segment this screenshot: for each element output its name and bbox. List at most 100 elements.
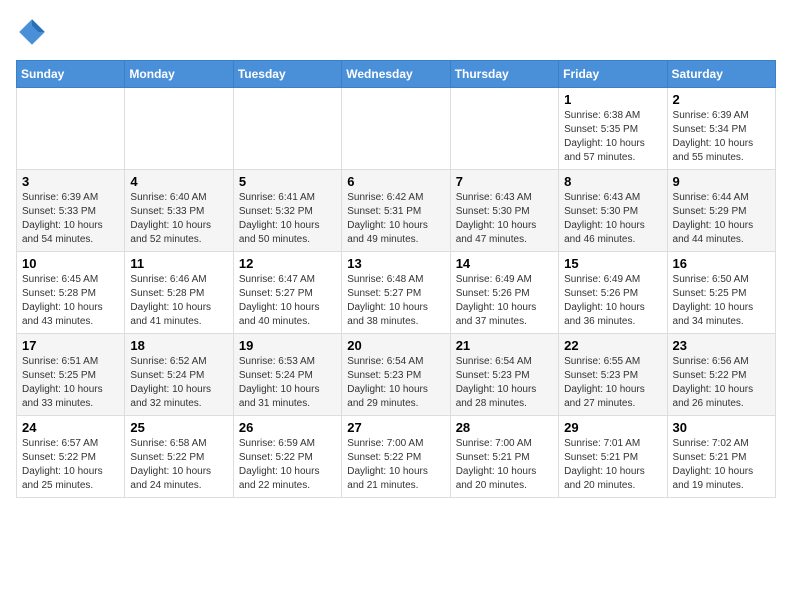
calendar-cell: 15 Sunrise: 6:49 AM Sunset: 5:26 PM Dayli… — [559, 252, 667, 334]
calendar-cell: 14 Sunrise: 6:49 AM Sunset: 5:26 PM Dayli… — [450, 252, 558, 334]
day-number: 29 — [564, 420, 661, 435]
day-info: Sunrise: 6:51 AM Sunset: 5:25 PM Dayligh… — [22, 355, 119, 411]
day-info: Sunrise: 6:59 AM Sunset: 5:22 PM Dayligh… — [239, 437, 336, 493]
day-info: Sunrise: 6:49 AM Sunset: 5:26 PM Dayligh… — [564, 273, 661, 329]
day-info: Sunrise: 6:46 AM Sunset: 5:28 PM Dayligh… — [130, 273, 227, 329]
day-info: Sunrise: 6:58 AM Sunset: 5:22 PM Dayligh… — [130, 437, 227, 493]
day-number: 9 — [673, 174, 770, 189]
day-number: 14 — [456, 256, 553, 271]
calendar-cell: 29 Sunrise: 7:01 AM Sunset: 5:21 PM Dayli… — [559, 416, 667, 498]
calendar-cell: 13 Sunrise: 6:48 AM Sunset: 5:27 PM Dayli… — [342, 252, 450, 334]
day-number: 25 — [130, 420, 227, 435]
weekday-header: Wednesday — [342, 61, 450, 88]
weekday-header: Monday — [125, 61, 233, 88]
page-header — [16, 16, 776, 48]
calendar-week: 24 Sunrise: 6:57 AM Sunset: 5:22 PM Dayli… — [17, 416, 776, 498]
day-info: Sunrise: 6:52 AM Sunset: 5:24 PM Dayligh… — [130, 355, 227, 411]
calendar-cell: 30 Sunrise: 7:02 AM Sunset: 5:21 PM Dayli… — [667, 416, 775, 498]
logo — [16, 16, 52, 48]
day-number: 5 — [239, 174, 336, 189]
calendar-cell: 8 Sunrise: 6:43 AM Sunset: 5:30 PM Daylig… — [559, 170, 667, 252]
day-info: Sunrise: 6:39 AM Sunset: 5:34 PM Dayligh… — [673, 109, 770, 165]
day-info: Sunrise: 6:44 AM Sunset: 5:29 PM Dayligh… — [673, 191, 770, 247]
day-number: 30 — [673, 420, 770, 435]
calendar-table: SundayMondayTuesdayWednesdayThursdayFrid… — [16, 60, 776, 498]
day-number: 24 — [22, 420, 119, 435]
day-number: 22 — [564, 338, 661, 353]
day-info: Sunrise: 6:43 AM Sunset: 5:30 PM Dayligh… — [564, 191, 661, 247]
day-number: 8 — [564, 174, 661, 189]
day-number: 6 — [347, 174, 444, 189]
day-info: Sunrise: 6:39 AM Sunset: 5:33 PM Dayligh… — [22, 191, 119, 247]
day-info: Sunrise: 6:56 AM Sunset: 5:22 PM Dayligh… — [673, 355, 770, 411]
calendar-week: 3 Sunrise: 6:39 AM Sunset: 5:33 PM Daylig… — [17, 170, 776, 252]
day-info: Sunrise: 6:54 AM Sunset: 5:23 PM Dayligh… — [347, 355, 444, 411]
weekday-header: Tuesday — [233, 61, 341, 88]
day-info: Sunrise: 6:38 AM Sunset: 5:35 PM Dayligh… — [564, 109, 661, 165]
calendar-week: 17Sunrise: 6:51 AM Sunset: 5:25 PM Dayli… — [17, 334, 776, 416]
calendar-cell: 5 Sunrise: 6:41 AM Sunset: 5:32 PM Daylig… — [233, 170, 341, 252]
day-info: Sunrise: 6:47 AM Sunset: 5:27 PM Dayligh… — [239, 273, 336, 329]
calendar-cell: 11 Sunrise: 6:46 AM Sunset: 5:28 PM Dayli… — [125, 252, 233, 334]
calendar-cell: 26 Sunrise: 6:59 AM Sunset: 5:22 PM Dayli… — [233, 416, 341, 498]
calendar-week: 1Sunrise: 6:38 AM Sunset: 5:35 PM Daylig… — [17, 88, 776, 170]
day-number: 19 — [239, 338, 336, 353]
day-info: Sunrise: 6:45 AM Sunset: 5:28 PM Dayligh… — [22, 273, 119, 329]
day-number: 7 — [456, 174, 553, 189]
day-info: Sunrise: 6:55 AM Sunset: 5:23 PM Dayligh… — [564, 355, 661, 411]
calendar-cell — [233, 88, 341, 170]
calendar-cell: 2 Sunrise: 6:39 AM Sunset: 5:34 PM Daylig… — [667, 88, 775, 170]
calendar-cell: 6 Sunrise: 6:42 AM Sunset: 5:31 PM Daylig… — [342, 170, 450, 252]
day-number: 10 — [22, 256, 119, 271]
calendar-cell: 22 Sunrise: 6:55 AM Sunset: 5:23 PM Dayli… — [559, 334, 667, 416]
weekday-header: Saturday — [667, 61, 775, 88]
day-number: 18 — [130, 338, 227, 353]
calendar-cell: 4 Sunrise: 6:40 AM Sunset: 5:33 PM Daylig… — [125, 170, 233, 252]
day-info: Sunrise: 6:49 AM Sunset: 5:26 PM Dayligh… — [456, 273, 553, 329]
calendar-cell: 7 Sunrise: 6:43 AM Sunset: 5:30 PM Daylig… — [450, 170, 558, 252]
calendar-cell: 9 Sunrise: 6:44 AM Sunset: 5:29 PM Daylig… — [667, 170, 775, 252]
day-number: 16 — [673, 256, 770, 271]
calendar-cell: 23 Sunrise: 6:56 AM Sunset: 5:22 PM Dayli… — [667, 334, 775, 416]
calendar-cell: 20Sunrise: 6:54 AM Sunset: 5:23 PM Dayli… — [342, 334, 450, 416]
day-info: Sunrise: 6:48 AM Sunset: 5:27 PM Dayligh… — [347, 273, 444, 329]
day-info: Sunrise: 7:02 AM Sunset: 5:21 PM Dayligh… — [673, 437, 770, 493]
day-number: 27 — [347, 420, 444, 435]
day-info: Sunrise: 6:57 AM Sunset: 5:22 PM Dayligh… — [22, 437, 119, 493]
day-info: Sunrise: 6:41 AM Sunset: 5:32 PM Dayligh… — [239, 191, 336, 247]
calendar-cell: 10 Sunrise: 6:45 AM Sunset: 5:28 PM Dayli… — [17, 252, 125, 334]
day-info: Sunrise: 7:00 AM Sunset: 5:22 PM Dayligh… — [347, 437, 444, 493]
day-number: 15 — [564, 256, 661, 271]
day-number: 28 — [456, 420, 553, 435]
calendar-header: SundayMondayTuesdayWednesdayThursdayFrid… — [17, 61, 776, 88]
day-info: Sunrise: 6:53 AM Sunset: 5:24 PM Dayligh… — [239, 355, 336, 411]
weekday-header: Sunday — [17, 61, 125, 88]
day-info: Sunrise: 6:40 AM Sunset: 5:33 PM Dayligh… — [130, 191, 227, 247]
calendar-cell — [342, 88, 450, 170]
day-number: 13 — [347, 256, 444, 271]
weekday-header: Thursday — [450, 61, 558, 88]
day-number: 11 — [130, 256, 227, 271]
day-info: Sunrise: 6:43 AM Sunset: 5:30 PM Dayligh… — [456, 191, 553, 247]
day-info: Sunrise: 6:50 AM Sunset: 5:25 PM Dayligh… — [673, 273, 770, 329]
day-number: 26 — [239, 420, 336, 435]
day-number: 23 — [673, 338, 770, 353]
day-number: 2 — [673, 92, 770, 107]
calendar-cell: 21Sunrise: 6:54 AM Sunset: 5:23 PM Dayli… — [450, 334, 558, 416]
calendar-cell: 12 Sunrise: 6:47 AM Sunset: 5:27 PM Dayli… — [233, 252, 341, 334]
calendar-cell: 17Sunrise: 6:51 AM Sunset: 5:25 PM Dayli… — [17, 334, 125, 416]
day-number: 12 — [239, 256, 336, 271]
calendar-cell: 28Sunrise: 7:00 AM Sunset: 5:21 PM Dayli… — [450, 416, 558, 498]
calendar-cell: 1Sunrise: 6:38 AM Sunset: 5:35 PM Daylig… — [559, 88, 667, 170]
day-number: 21 — [456, 338, 553, 353]
day-number: 3 — [22, 174, 119, 189]
calendar-cell: 18 Sunrise: 6:52 AM Sunset: 5:24 PM Dayli… — [125, 334, 233, 416]
calendar-cell: 16 Sunrise: 6:50 AM Sunset: 5:25 PM Dayli… — [667, 252, 775, 334]
day-number: 4 — [130, 174, 227, 189]
day-info: Sunrise: 6:42 AM Sunset: 5:31 PM Dayligh… — [347, 191, 444, 247]
calendar-cell — [125, 88, 233, 170]
day-info: Sunrise: 7:01 AM Sunset: 5:21 PM Dayligh… — [564, 437, 661, 493]
calendar-cell: 27 Sunrise: 7:00 AM Sunset: 5:22 PM Dayli… — [342, 416, 450, 498]
calendar-week: 10 Sunrise: 6:45 AM Sunset: 5:28 PM Dayli… — [17, 252, 776, 334]
calendar-cell: 19 Sunrise: 6:53 AM Sunset: 5:24 PM Dayli… — [233, 334, 341, 416]
